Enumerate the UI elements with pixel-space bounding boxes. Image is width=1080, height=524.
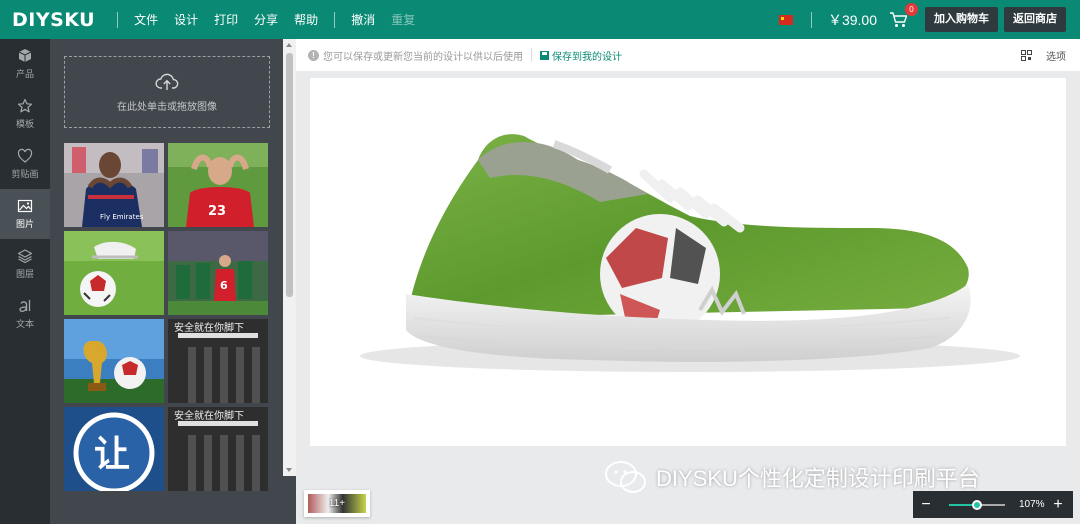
menu-print[interactable]: 打印 — [214, 11, 238, 28]
svg-text:23: 23 — [208, 204, 226, 219]
nav-item-images[interactable]: 图片 — [0, 189, 50, 239]
zoom-slider[interactable] — [949, 499, 1005, 510]
save-notice: 您可以保存或更新您当前的设计以供以后使用 — [323, 51, 523, 63]
images-panel: 在此处单击或拖放图像 Fly Emirates 23 6 安全就在你脚下 让 安… — [50, 39, 283, 524]
layer-thumbnail-preview: 11+ — [308, 494, 366, 513]
floppy-icon — [540, 50, 549, 60]
menu-file[interactable]: 文件 — [134, 11, 158, 28]
image-football-boot — [64, 231, 164, 315]
design-canvas[interactable] — [310, 78, 1066, 446]
save-design-label: 保存到我的设计 — [552, 51, 622, 63]
thumb-rang-sign[interactable]: 让 — [64, 407, 164, 491]
zoom-control: − 107% + — [913, 491, 1073, 518]
cart-count-badge: 0 — [905, 2, 918, 16]
left-nav: 产品 模板 剪贴画 图片 图层 文本 — [0, 39, 50, 524]
thumb-world-cup-trophy[interactable] — [64, 319, 164, 403]
svg-text:Fly Emirates: Fly Emirates — [100, 213, 144, 221]
image-russia-players: 6 — [168, 231, 268, 315]
layers-icon — [17, 249, 33, 264]
zoom-slider-handle[interactable] — [972, 499, 982, 510]
divider — [334, 11, 336, 28]
text-icon — [19, 300, 31, 312]
layer-count-badge: 11+ — [328, 498, 346, 509]
cube-icon — [18, 49, 32, 62]
menu-design[interactable]: 设计 — [174, 11, 198, 28]
nav-item-templates[interactable]: 模板 — [0, 89, 50, 139]
zoom-in-button[interactable]: + — [1045, 491, 1071, 518]
undo-button[interactable]: 撤消 — [351, 11, 375, 28]
back-to-shop-button[interactable]: 返回商店 — [1004, 7, 1066, 32]
zoom-value: 107% — [1019, 499, 1045, 510]
cart-icon[interactable]: 0 — [889, 2, 918, 29]
china-flag-icon[interactable] — [778, 14, 793, 25]
divider — [117, 11, 119, 28]
wechat-icon — [605, 461, 646, 493]
nav-label: 图层 — [15, 269, 34, 279]
thumb-safety-poster-2[interactable]: 安全就在你脚下 — [168, 407, 268, 491]
scroll-up-icon[interactable] — [286, 43, 292, 47]
menu-share[interactable]: 分享 — [254, 11, 278, 28]
thumb-player-heart[interactable]: Fly Emirates — [64, 143, 164, 227]
nav-item-clipart[interactable]: 剪贴画 — [0, 139, 50, 189]
heart-icon — [17, 148, 33, 163]
poster-title: 安全就在你脚下 — [174, 323, 244, 334]
top-bar: DIYSKU 文件 设计 打印 分享 帮助 撤消 重复 ￥39.00 0 加入购… — [0, 0, 1080, 39]
panel-scrollbar[interactable] — [283, 39, 296, 476]
qr-code-icon[interactable] — [1021, 49, 1032, 61]
image-icon — [17, 199, 33, 213]
image-player-heart: Fly Emirates — [64, 143, 164, 227]
nav-label: 剪贴画 — [11, 169, 39, 179]
rang-character: 让 — [94, 434, 131, 475]
poster-title: 安全就在你脚下 — [174, 411, 244, 422]
nav-label: 图片 — [15, 219, 34, 229]
nav-item-products[interactable]: 产品 — [0, 39, 50, 89]
star-icon — [17, 98, 33, 113]
options-button[interactable]: 选项 — [1046, 48, 1066, 63]
image-world-cup-trophy — [64, 319, 164, 403]
cloud-upload-icon — [155, 73, 179, 90]
watermark: DIYSKU个性化定制设计印刷平台 — [604, 460, 980, 494]
nav-item-text[interactable]: 文本 — [0, 289, 50, 339]
panel-footer — [283, 476, 296, 524]
shoe-product-image — [360, 134, 1020, 372]
info-icon: ! — [308, 49, 319, 61]
watermark-text: DIYSKU个性化定制设计印刷平台 — [656, 466, 980, 491]
nav-label: 文本 — [15, 319, 34, 329]
top-right-group: ￥39.00 0 加入购物车 返回商店 — [778, 2, 1080, 32]
divider — [531, 48, 532, 62]
layer-thumbnail[interactable]: 11+ — [304, 490, 370, 517]
menu-help[interactable]: 帮助 — [294, 11, 318, 28]
zoom-out-button[interactable]: − — [913, 491, 939, 518]
nav-label: 产品 — [15, 69, 34, 79]
upload-dropzone[interactable]: 在此处单击或拖放图像 — [64, 56, 270, 128]
scroll-down-icon[interactable] — [286, 468, 292, 472]
thumb-safety-poster-1[interactable]: 安全就在你脚下 — [168, 319, 268, 403]
image-player-red: 23 — [168, 143, 268, 227]
thumb-russia-players[interactable]: 6 — [168, 231, 268, 315]
add-to-cart-button[interactable]: 加入购物车 — [925, 7, 998, 32]
nav-item-layers[interactable]: 图层 — [0, 239, 50, 289]
upload-text: 在此处单击或拖放图像 — [117, 101, 217, 113]
redo-button[interactable]: 重复 — [391, 11, 415, 28]
logo[interactable]: DIYSKU — [12, 9, 95, 31]
svg-text:6: 6 — [220, 279, 228, 292]
thumb-football-boot[interactable] — [64, 231, 164, 315]
thumb-player-red[interactable]: 23 — [168, 143, 268, 227]
nav-label: 模板 — [15, 119, 34, 129]
cart-price: ￥39.00 — [827, 11, 877, 28]
scroll-thumb[interactable] — [286, 53, 293, 297]
info-bar: ! 您可以保存或更新您当前的设计以供以后使用 保存到我的设计 选项 — [296, 39, 1080, 71]
save-design-link[interactable]: 保存到我的设计 — [540, 48, 622, 63]
divider — [810, 11, 812, 28]
